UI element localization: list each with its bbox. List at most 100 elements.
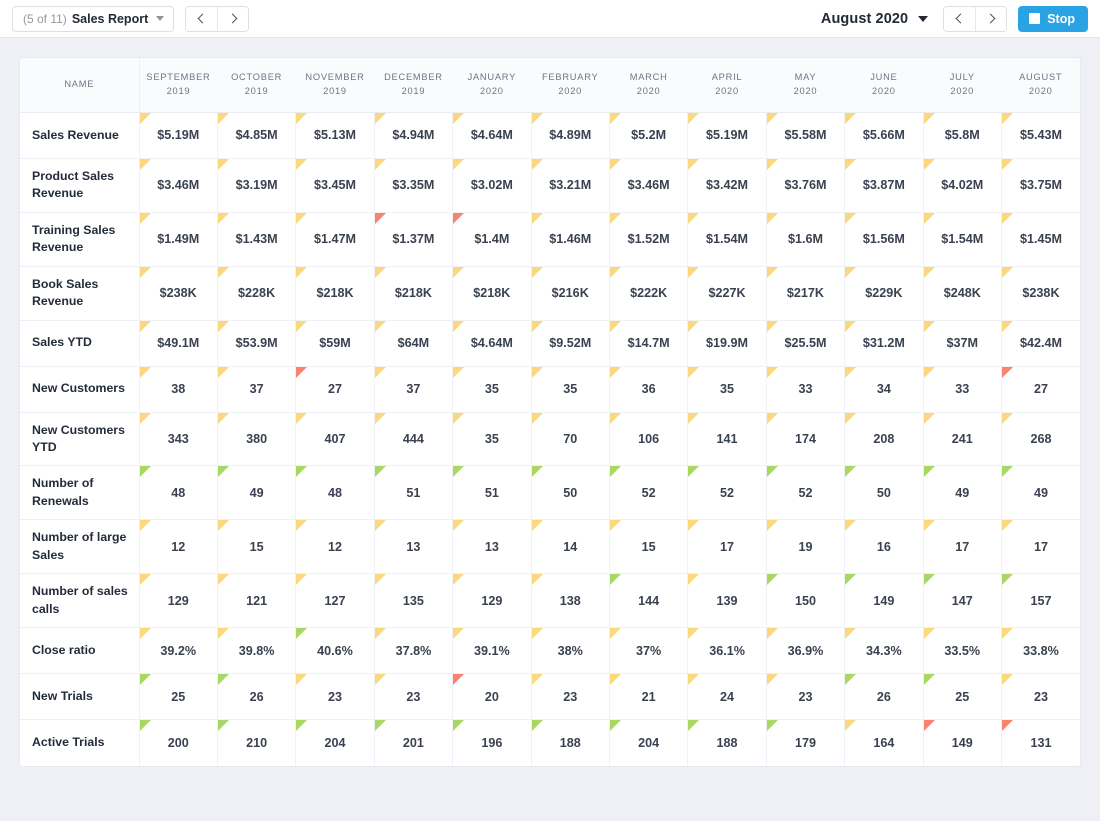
metric-cell[interactable]: $3.46M xyxy=(609,158,689,213)
metric-cell[interactable]: 208 xyxy=(844,412,924,467)
next-report-button[interactable] xyxy=(217,6,249,31)
metric-cell[interactable]: 49 xyxy=(1001,465,1080,521)
metric-cell[interactable]: 27 xyxy=(295,366,375,413)
metric-cell[interactable]: 37% xyxy=(609,627,689,675)
metric-cell[interactable]: 24 xyxy=(687,673,767,721)
metric-cell[interactable]: $5.19M xyxy=(139,112,218,159)
metric-cell[interactable]: 21 xyxy=(609,673,689,721)
previous-report-button[interactable] xyxy=(186,6,218,31)
metric-cell[interactable]: 23 xyxy=(531,673,610,721)
metric-cell[interactable]: 39.1% xyxy=(452,627,532,675)
metric-cell[interactable]: 70 xyxy=(531,412,610,467)
metric-cell[interactable]: 15 xyxy=(609,519,689,575)
metric-cell[interactable]: 164 xyxy=(844,719,924,766)
metric-cell[interactable]: 196 xyxy=(452,719,532,766)
metric-cell[interactable]: $4.94M xyxy=(374,112,454,159)
metric-cell[interactable]: 444 xyxy=(374,412,454,467)
metric-cell[interactable]: 147 xyxy=(923,573,1002,629)
metric-cell[interactable]: 407 xyxy=(295,412,375,467)
metric-cell[interactable]: $5.8M xyxy=(923,112,1002,159)
metric-cell[interactable]: 15 xyxy=(217,519,297,575)
metric-cell[interactable]: $19.9M xyxy=(687,320,767,367)
metric-cell[interactable]: $14.7M xyxy=(609,320,689,367)
metric-cell[interactable]: $3.75M xyxy=(1001,158,1080,213)
period-selector-dropdown[interactable]: August 2020 xyxy=(821,11,932,27)
metric-cell[interactable]: $53.9M xyxy=(217,320,297,367)
metric-cell[interactable]: $3.19M xyxy=(217,158,297,213)
metric-cell[interactable]: $4.85M xyxy=(217,112,297,159)
metric-cell[interactable]: $3.76M xyxy=(766,158,846,213)
metric-cell[interactable]: 35 xyxy=(531,366,610,413)
metric-cell[interactable]: 35 xyxy=(452,366,532,413)
metric-cell[interactable]: 12 xyxy=(139,519,218,575)
metric-cell[interactable]: $3.42M xyxy=(687,158,767,213)
metric-cell[interactable]: 48 xyxy=(139,465,218,521)
metric-cell[interactable]: 135 xyxy=(374,573,454,629)
metric-cell[interactable]: 25 xyxy=(139,673,218,721)
previous-period-button[interactable] xyxy=(944,6,976,31)
metric-cell[interactable]: $1.6M xyxy=(766,212,846,267)
metric-cell[interactable]: 149 xyxy=(844,573,924,629)
metric-cell[interactable]: 121 xyxy=(217,573,297,629)
metric-cell[interactable]: $5.13M xyxy=(295,112,375,159)
metric-cell[interactable]: 33.5% xyxy=(923,627,1002,675)
stop-button[interactable]: Stop xyxy=(1018,5,1088,32)
metric-cell[interactable]: 149 xyxy=(923,719,1002,766)
metric-cell[interactable]: 19 xyxy=(766,519,846,575)
metric-cell[interactable]: 138 xyxy=(531,573,610,629)
metric-cell[interactable]: $218K xyxy=(374,266,454,321)
metric-cell[interactable]: 106 xyxy=(609,412,689,467)
metric-cell[interactable]: 23 xyxy=(374,673,454,721)
metric-cell[interactable]: 26 xyxy=(217,673,297,721)
metric-cell[interactable]: $217K xyxy=(766,266,846,321)
next-period-button[interactable] xyxy=(975,6,1007,31)
metric-cell[interactable]: 23 xyxy=(295,673,375,721)
metric-cell[interactable]: 23 xyxy=(1001,673,1080,721)
metric-cell[interactable]: 174 xyxy=(766,412,846,467)
metric-cell[interactable]: 241 xyxy=(923,412,1002,467)
metric-cell[interactable]: $238K xyxy=(1001,266,1080,321)
metric-cell[interactable]: $248K xyxy=(923,266,1002,321)
metric-cell[interactable]: 27 xyxy=(1001,366,1080,413)
metric-cell[interactable]: 37 xyxy=(217,366,297,413)
metric-cell[interactable]: 50 xyxy=(844,465,924,521)
metric-cell[interactable]: $238K xyxy=(139,266,218,321)
metric-cell[interactable]: $42.4M xyxy=(1001,320,1080,367)
metric-cell[interactable]: $4.64M xyxy=(452,320,532,367)
metric-cell[interactable]: 33.8% xyxy=(1001,627,1080,675)
metric-cell[interactable]: $1.46M xyxy=(531,212,610,267)
metric-cell[interactable]: 48 xyxy=(295,465,375,521)
metric-cell[interactable]: $9.52M xyxy=(531,320,610,367)
metric-cell[interactable]: $1.47M xyxy=(295,212,375,267)
metric-cell[interactable]: $3.87M xyxy=(844,158,924,213)
metric-cell[interactable]: $3.35M xyxy=(374,158,454,213)
metric-cell[interactable]: $5.66M xyxy=(844,112,924,159)
metric-cell[interactable]: 12 xyxy=(295,519,375,575)
metric-cell[interactable]: 129 xyxy=(452,573,532,629)
metric-cell[interactable]: 141 xyxy=(687,412,767,467)
metric-cell[interactable]: 39.8% xyxy=(217,627,297,675)
metric-cell[interactable]: $3.21M xyxy=(531,158,610,213)
metric-cell[interactable]: $1.54M xyxy=(687,212,767,267)
metric-cell[interactable]: $3.45M xyxy=(295,158,375,213)
metric-cell[interactable]: 20 xyxy=(452,673,532,721)
metric-cell[interactable]: 35 xyxy=(687,366,767,413)
metric-cell[interactable]: 49 xyxy=(217,465,297,521)
metric-cell[interactable]: 188 xyxy=(531,719,610,766)
metric-cell[interactable]: $5.2M xyxy=(609,112,689,159)
metric-cell[interactable]: 13 xyxy=(374,519,454,575)
metric-cell[interactable]: $1.52M xyxy=(609,212,689,267)
metric-cell[interactable]: 36 xyxy=(609,366,689,413)
metric-cell[interactable]: $3.02M xyxy=(452,158,532,213)
metric-cell[interactable]: 17 xyxy=(923,519,1002,575)
metric-cell[interactable]: 25 xyxy=(923,673,1002,721)
metric-cell[interactable]: $216K xyxy=(531,266,610,321)
metric-cell[interactable]: 343 xyxy=(139,412,218,467)
metric-cell[interactable]: 204 xyxy=(609,719,689,766)
metric-cell[interactable]: $1.49M xyxy=(139,212,218,267)
metric-cell[interactable]: $228K xyxy=(217,266,297,321)
metric-cell[interactable]: $1.43M xyxy=(217,212,297,267)
metric-cell[interactable]: 144 xyxy=(609,573,689,629)
metric-cell[interactable]: 150 xyxy=(766,573,846,629)
metric-cell[interactable]: $5.43M xyxy=(1001,112,1080,159)
